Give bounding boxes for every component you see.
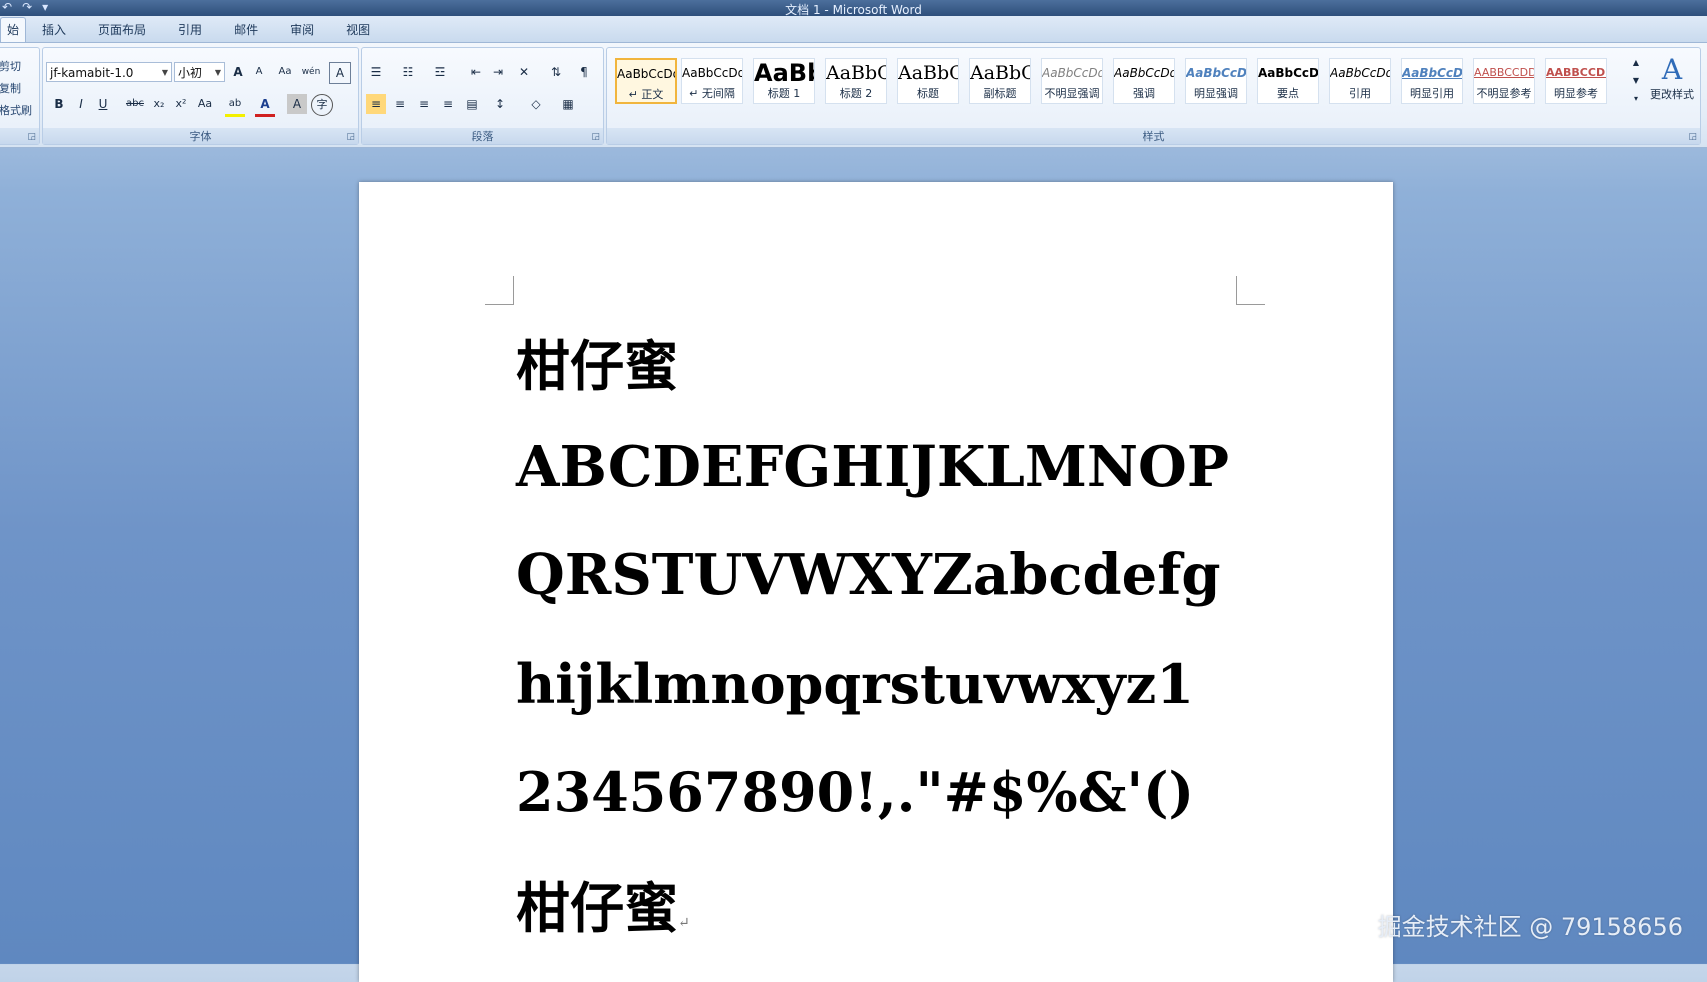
crop-mark-top-right bbox=[1236, 276, 1265, 305]
copy-button[interactable]: 复制 bbox=[0, 78, 32, 100]
highlight-icon[interactable]: ab bbox=[225, 94, 245, 117]
justify-icon[interactable]: ≡ bbox=[438, 94, 458, 114]
font-name-combo[interactable]: jf-kamabit-1.0 ▼ bbox=[46, 62, 172, 82]
distribute-icon[interactable]: ▤ bbox=[462, 94, 482, 114]
paragraph-launcher-icon[interactable]: ◲ bbox=[591, 132, 600, 142]
grow-font-icon[interactable]: A bbox=[228, 62, 248, 82]
bullets-icon[interactable]: ☰ bbox=[366, 62, 386, 82]
font-color-icon[interactable]: A bbox=[255, 94, 275, 117]
style-intense-emphasis[interactable]: AaBbCcDd 明显强调 bbox=[1185, 58, 1247, 104]
style-subtle-reference[interactable]: AABBCCDD 不明显参考 bbox=[1473, 58, 1535, 104]
paragraph-mark-icon: ↵ bbox=[678, 915, 690, 931]
change-case-icon[interactable]: Aa bbox=[195, 94, 215, 114]
align-left-icon[interactable]: ≡ bbox=[366, 94, 386, 114]
font-group: jf-kamabit-1.0 ▼ 小初 ▼ A A Aa wén A B I U a… bbox=[42, 47, 359, 145]
superscript-icon[interactable]: x² bbox=[171, 94, 191, 114]
doc-line-4: hijklmnopqrstuvwxyz1 bbox=[516, 652, 1194, 716]
styles-group: AaBbCcDd ↵ 正文 AaBbCcDd ↵ 无间隔 AaBb 标题 1 A… bbox=[606, 47, 1701, 145]
styles-group-label: 样式 bbox=[607, 128, 1700, 144]
style-no-spacing[interactable]: AaBbCcDd ↵ 无间隔 bbox=[681, 58, 743, 104]
tab-home[interactable]: 始 bbox=[0, 17, 27, 42]
sort-icon[interactable]: ⇅ bbox=[546, 62, 566, 82]
style-strong[interactable]: AaBbCcDd 要点 bbox=[1257, 58, 1319, 104]
bold-icon[interactable]: B bbox=[49, 94, 69, 114]
doc-line-5: 234567890!,."#$%&'() bbox=[516, 760, 1195, 824]
doc-line-6: 柑仔蜜↵ bbox=[516, 876, 690, 940]
format-painter-button[interactable]: 格式刷 bbox=[0, 100, 32, 122]
underline-icon[interactable]: U bbox=[93, 94, 113, 114]
char-shading-icon[interactable]: A bbox=[287, 94, 307, 114]
font-group-label: 字体 bbox=[43, 128, 358, 144]
style-normal[interactable]: AaBbCcDd ↵ 正文 bbox=[615, 58, 677, 104]
change-styles-icon: A bbox=[1661, 53, 1683, 86]
paragraph-group-label: 段落 bbox=[362, 128, 603, 144]
enclose-char-icon[interactable]: 字 bbox=[311, 94, 333, 116]
tab-view[interactable]: 视图 bbox=[330, 18, 386, 42]
decrease-indent-icon[interactable]: ⇤ bbox=[466, 62, 486, 82]
clipboard-launcher-icon[interactable]: ◲ bbox=[27, 132, 36, 142]
clipboard-group: 剪切 复制 格式刷 ◲ bbox=[0, 47, 40, 145]
numbering-icon[interactable]: ☷ bbox=[398, 62, 418, 82]
tab-page-layout[interactable]: 页面布局 bbox=[82, 18, 162, 42]
title-bar: ↶ ↷ ▾ 文档 1 - Microsoft Word bbox=[0, 0, 1707, 17]
style-subtitle[interactable]: AaBbC 副标题 bbox=[969, 58, 1031, 104]
change-styles-button[interactable]: A 更改样式 bbox=[1647, 54, 1697, 102]
style-emphasis[interactable]: AaBbCcDd 强调 bbox=[1113, 58, 1175, 104]
doc-line-3: QRSTUVWXYZabcdefg bbox=[516, 542, 1221, 608]
style-title[interactable]: AaBbC 标题 bbox=[897, 58, 959, 104]
style-intense-reference[interactable]: AABBCCDD 明显参考 bbox=[1545, 58, 1607, 104]
line-spacing-icon[interactable]: ↕ bbox=[490, 94, 510, 114]
clear-format-icon[interactable]: Aa bbox=[275, 62, 295, 82]
asian-layout-icon[interactable]: ✕ bbox=[514, 62, 534, 82]
shrink-font-icon[interactable]: A bbox=[249, 62, 269, 82]
doc-line-2: ABCDEFGHIJKLMNOP bbox=[516, 434, 1229, 500]
paragraph-group: ☰ ☷ ☲ ⇤ ⇥ ✕ ⇅ ¶ ≡ ≡ ≡ ≡ ▤ ↕ ◇ ▦ 段落 ◲ bbox=[361, 47, 604, 145]
font-size-combo[interactable]: 小初 ▼ bbox=[174, 62, 225, 82]
tab-insert[interactable]: 插入 bbox=[26, 18, 82, 42]
document-page[interactable]: 柑仔蜜 ABCDEFGHIJKLMNOP QRSTUVWXYZabcdefg h… bbox=[359, 182, 1393, 982]
style-subtle-emphasis[interactable]: AaBbCcDd 不明显强调 bbox=[1041, 58, 1103, 104]
char-border-icon[interactable]: A bbox=[329, 62, 351, 84]
align-right-icon[interactable]: ≡ bbox=[414, 94, 434, 114]
increase-indent-icon[interactable]: ⇥ bbox=[488, 62, 508, 82]
align-center-icon[interactable]: ≡ bbox=[390, 94, 410, 114]
tab-review[interactable]: 审阅 bbox=[274, 18, 330, 42]
style-heading-1[interactable]: AaBb 标题 1 bbox=[753, 58, 815, 104]
italic-icon[interactable]: I bbox=[71, 94, 91, 114]
crop-mark-top-left bbox=[485, 276, 514, 305]
ribbon-tabs: 始 插入 页面布局 引用 邮件 审阅 视图 bbox=[0, 16, 1707, 43]
ribbon: 剪切 复制 格式刷 ◲ jf-kamabit-1.0 ▼ 小初 ▼ A A Aa w… bbox=[0, 43, 1707, 148]
show-marks-icon[interactable]: ¶ bbox=[574, 62, 594, 82]
gallery-down-icon[interactable]: ▼ bbox=[1629, 74, 1643, 88]
chevron-down-icon: ▼ bbox=[161, 68, 168, 77]
subscript-icon[interactable]: x₂ bbox=[149, 94, 169, 114]
style-intense-quote[interactable]: AaBbCcDd 明显引用 bbox=[1401, 58, 1463, 104]
gallery-up-icon[interactable]: ▲ bbox=[1629, 56, 1643, 70]
chevron-down-icon: ▼ bbox=[214, 68, 221, 77]
cut-button[interactable]: 剪切 bbox=[0, 56, 32, 78]
borders-icon[interactable]: ▦ bbox=[558, 94, 578, 114]
watermark: 掘金技术社区 @ 79158656 bbox=[1377, 913, 1683, 941]
strikethrough-icon[interactable]: abc bbox=[125, 94, 145, 114]
phonetic-guide-icon[interactable]: wén bbox=[301, 62, 321, 82]
tab-references[interactable]: 引用 bbox=[162, 18, 218, 42]
tab-mailings[interactable]: 邮件 bbox=[218, 18, 274, 42]
gallery-more-icon[interactable]: ▾ bbox=[1629, 92, 1643, 106]
style-quote[interactable]: AaBbCcDd 引用 bbox=[1329, 58, 1391, 104]
style-heading-2[interactable]: AaBbC 标题 2 bbox=[825, 58, 887, 104]
styles-launcher-icon[interactable]: ◲ bbox=[1688, 132, 1697, 142]
shading-icon[interactable]: ◇ bbox=[526, 94, 546, 114]
doc-line-1: 柑仔蜜 bbox=[516, 334, 678, 398]
multilevel-list-icon[interactable]: ☲ bbox=[430, 62, 450, 82]
font-launcher-icon[interactable]: ◲ bbox=[346, 132, 355, 142]
